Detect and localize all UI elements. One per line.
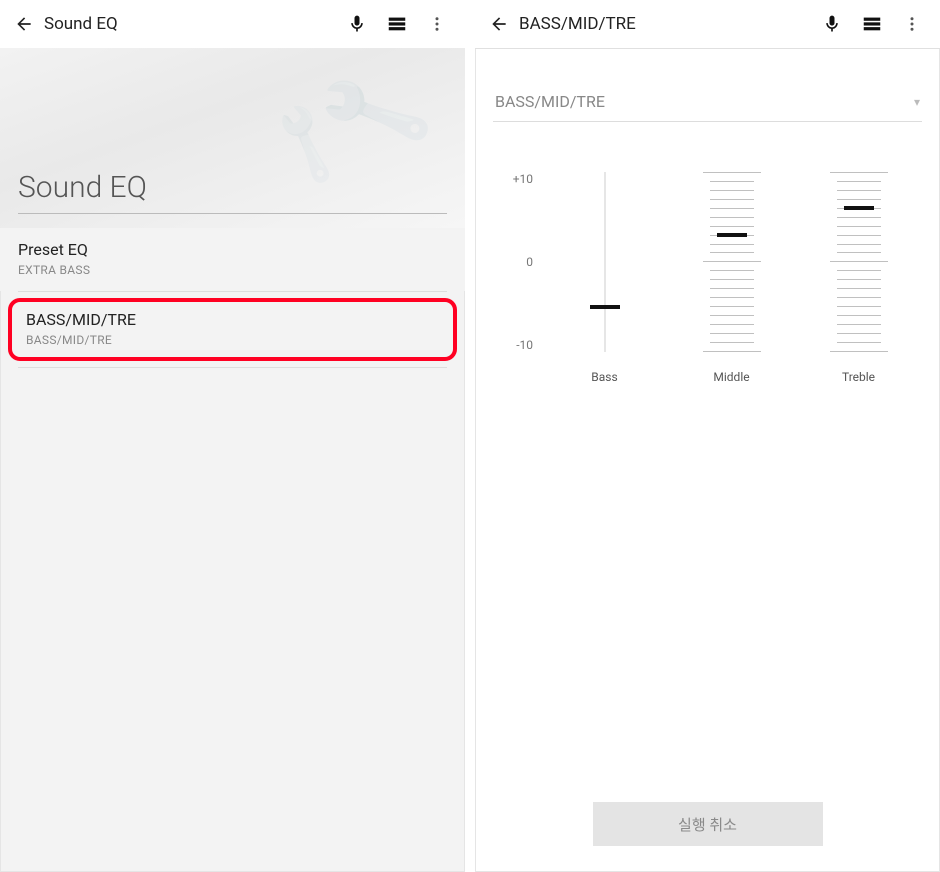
app-bar: BASS/MID/TRE [475,0,940,48]
axis-min: -10 [516,338,533,352]
list-icon [861,13,883,35]
back-arrow-icon [489,14,509,34]
slider-ticks [703,172,761,352]
voice-button[interactable] [337,4,377,44]
slider-track[interactable] [814,172,904,352]
list-icon [386,13,408,35]
slider-track[interactable] [560,172,650,352]
slider-thumb[interactable] [844,206,874,210]
list-item-bass-mid-tre[interactable]: BASS/MID/TRE BASS/MID/TRE [8,298,457,361]
mic-icon [347,14,367,34]
list-item-title: Preset EQ [18,240,447,259]
slider-line [604,172,605,352]
slider-track[interactable] [687,172,777,352]
overflow-button[interactable] [417,4,457,44]
list-item-preset-eq[interactable]: Preset EQ EXTRA BASS [0,228,465,291]
y-axis: +10 0 -10 [493,172,541,352]
voice-button[interactable] [812,4,852,44]
app-bar-title: BASS/MID/TRE [519,14,636,34]
list-item-title: BASS/MID/TRE [26,310,439,329]
slider-thumb[interactable] [717,233,747,237]
preset-dropdown[interactable]: BASS/MID/TRE ▾ [493,86,922,122]
axis-max: +10 [513,172,533,186]
divider [18,291,447,292]
overflow-button[interactable] [892,4,932,44]
slider-thumb[interactable] [590,305,620,309]
divider [18,367,447,368]
page-title: Sound EQ [18,170,447,214]
dropdown-label: BASS/MID/TRE [495,92,605,111]
equalizer: +10 0 -10 Bass Middle Treble [493,172,922,384]
screen-sound-eq: Sound EQ 🔧 🔧 Sound EQ Preset EQ EXTRA BA… [0,0,465,872]
slider-ticks [830,172,888,352]
slider-bass[interactable]: Bass [560,172,650,384]
chevron-down-icon: ▾ [914,95,920,109]
back-button[interactable] [8,8,40,40]
slider-label: Middle [713,370,749,384]
list-view-button[interactable] [377,4,417,44]
undo-button[interactable]: 실행 취소 [593,802,823,846]
list-view-button[interactable] [852,4,892,44]
more-vert-icon [428,15,446,33]
list-item-subtitle: EXTRA BASS [18,263,447,277]
back-arrow-icon [14,14,34,34]
slider-middle[interactable]: Middle [687,172,777,384]
app-bar-title: Sound EQ [44,14,118,34]
mic-icon [822,14,842,34]
slider-label: Bass [591,370,617,384]
more-vert-icon [903,15,921,33]
axis-mid: 0 [526,255,533,269]
header-banner: 🔧 🔧 Sound EQ [0,48,465,228]
slider-treble[interactable]: Treble [814,172,904,384]
screen-bass-mid-tre: BASS/MID/TRE BASS/MID/TRE ▾ +10 0 -10 Ba… [475,0,940,872]
app-bar: Sound EQ [0,0,465,48]
list-item-subtitle: BASS/MID/TRE [26,333,439,347]
back-button[interactable] [483,8,515,40]
undo-button-label: 실행 취소 [678,814,737,835]
slider-label: Treble [842,370,875,384]
